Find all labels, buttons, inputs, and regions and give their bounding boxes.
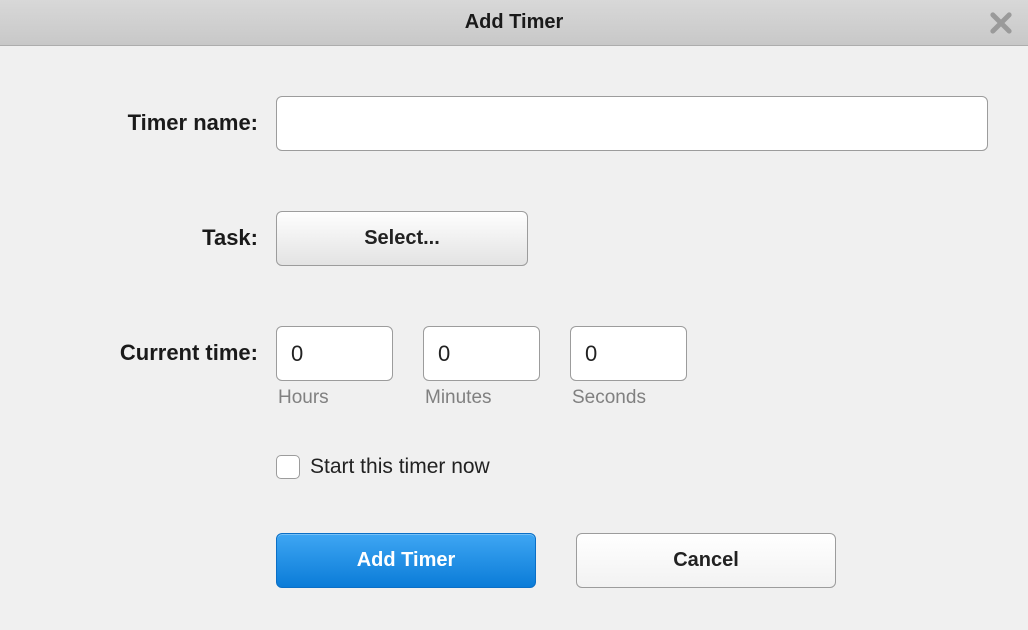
start-now-checkbox-row: Start this timer now [276, 455, 990, 479]
start-now-label: Start this timer now [310, 455, 490, 479]
dialog-body: Timer name: Task: Select... Current time… [0, 46, 1028, 630]
row-task: Task: Select... [38, 211, 990, 266]
seconds-group: Seconds [570, 326, 687, 409]
action-buttons: Add Timer Cancel [276, 533, 990, 588]
minutes-group: Minutes [423, 326, 540, 409]
control-area-time: Hours Minutes Seconds [276, 326, 990, 409]
start-now-checkbox[interactable] [276, 455, 300, 479]
dialog-title: Add Timer [14, 11, 1014, 34]
close-icon [987, 9, 1015, 37]
row-start-now: Start this timer now [38, 455, 990, 479]
time-inputs-group: Hours Minutes Seconds [276, 326, 990, 409]
cancel-button[interactable]: Cancel [576, 533, 836, 588]
minutes-sublabel: Minutes [423, 387, 540, 409]
add-timer-button[interactable]: Add Timer [276, 533, 536, 588]
label-current-time: Current time: [38, 326, 276, 366]
row-actions: Add Timer Cancel [38, 533, 990, 588]
hours-group: Hours [276, 326, 393, 409]
task-select-button[interactable]: Select... [276, 211, 528, 266]
label-task: Task: [38, 211, 276, 251]
label-timer-name: Timer name: [38, 96, 276, 136]
row-timer-name: Timer name: [38, 96, 990, 151]
control-area-start-now: Start this timer now [276, 455, 990, 479]
hours-sublabel: Hours [276, 387, 393, 409]
control-area-task: Select... [276, 211, 990, 266]
seconds-input[interactable] [570, 326, 687, 381]
control-area-timer-name [276, 96, 990, 151]
minutes-input[interactable] [423, 326, 540, 381]
timer-name-input[interactable] [276, 96, 988, 151]
row-current-time: Current time: Hours Minutes Seconds [38, 326, 990, 409]
control-area-actions: Add Timer Cancel [276, 533, 990, 588]
add-timer-dialog: Add Timer Timer name: Task: Select... Cu… [0, 0, 1028, 630]
seconds-sublabel: Seconds [570, 387, 687, 409]
close-button[interactable] [984, 6, 1018, 40]
dialog-header: Add Timer [0, 0, 1028, 46]
hours-input[interactable] [276, 326, 393, 381]
